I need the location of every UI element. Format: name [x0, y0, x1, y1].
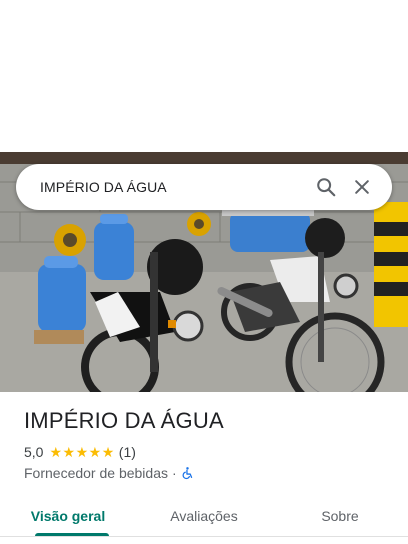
star-icon: ★ — [75, 444, 89, 460]
tabs-divider — [0, 536, 408, 537]
tab-reviews[interactable]: Avaliações — [136, 496, 272, 536]
rating-row[interactable]: 5,0 ★ ★ ★ ★ ★ (1) — [24, 444, 136, 460]
place-tabs: Visão geral Avaliações Sobre — [0, 496, 408, 536]
star-icon: ★ — [62, 444, 76, 460]
rating-stars: ★ ★ ★ ★ ★ — [49, 445, 114, 459]
tab-about[interactable]: Sobre — [272, 496, 408, 536]
reviews-count[interactable]: (1) — [119, 444, 136, 460]
wheelchair-icon — [181, 466, 194, 480]
star-icon: ★ — [101, 444, 115, 460]
rating-value: 5,0 — [24, 444, 44, 460]
star-icon: ★ — [88, 444, 102, 460]
place-title: IMPÉRIO DA ÁGUA — [24, 408, 224, 433]
search-query[interactable]: IMPÉRIO DA ÁGUA — [40, 179, 308, 195]
star-icon: ★ — [49, 444, 63, 460]
tab-overview[interactable]: Visão geral — [0, 496, 136, 536]
place-category[interactable]: Fornecedor de bebidas — [24, 465, 168, 481]
search-bar[interactable]: IMPÉRIO DA ÁGUA — [16, 164, 392, 210]
separator-dot: · — [172, 465, 177, 481]
close-icon[interactable] — [344, 169, 380, 205]
search-icon[interactable] — [308, 169, 344, 205]
category-row: Fornecedor de bebidas · — [24, 465, 194, 481]
map-blank-area — [0, 0, 408, 152]
